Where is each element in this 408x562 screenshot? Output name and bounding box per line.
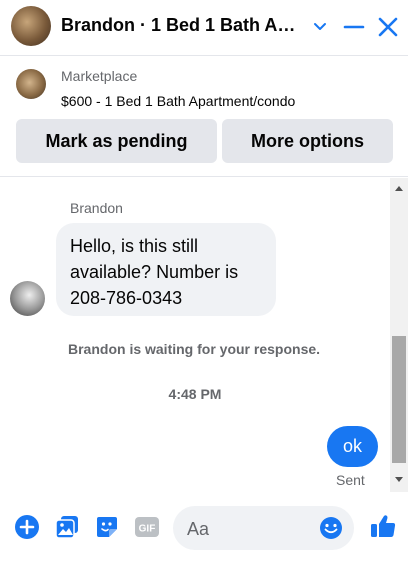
listing-thumbnail[interactable] (16, 69, 46, 99)
message-composer: GIF (0, 492, 408, 562)
listing-source: Marketplace (61, 68, 138, 84)
emoji-icon[interactable] (319, 516, 343, 540)
gif-icon[interactable]: GIF (134, 514, 160, 540)
sender-name: Brandon (70, 200, 123, 216)
plus-circle-icon[interactable] (14, 514, 40, 540)
outgoing-message[interactable]: ok (327, 426, 378, 467)
more-options-button[interactable]: More options (222, 119, 393, 163)
message-line: available? Number is (70, 262, 239, 282)
sent-status: Sent (336, 472, 365, 488)
sticker-icon[interactable] (94, 514, 120, 540)
message-line: Hello, is this still (70, 236, 199, 256)
message-timestamp: 4:48 PM (168, 386, 222, 402)
message-line: 208-786-0343 (70, 288, 183, 308)
message-input-box (173, 506, 354, 552)
chat-header: Brandon · 1 Bed 1 Bath Ap... (0, 0, 408, 56)
marketplace-listing: Marketplace $600 - 1 Bed 1 Bath Apartmen… (0, 57, 408, 177)
listing-title[interactable]: $600 - 1 Bed 1 Bath Apartment/condo (61, 93, 295, 109)
sender-avatar[interactable] (10, 281, 45, 316)
message-thread: Brandon Hello, is this still available? … (0, 178, 408, 492)
chevron-down-icon[interactable] (306, 13, 334, 41)
photo-icon[interactable] (54, 514, 80, 540)
scroll-down-arrow-icon[interactable] (395, 477, 403, 482)
scroll-thumb[interactable] (392, 336, 406, 463)
contact-avatar[interactable] (11, 6, 51, 46)
thumbs-up-icon[interactable] (369, 512, 397, 540)
message-input[interactable] (185, 506, 319, 552)
scrollbar[interactable] (390, 178, 408, 492)
incoming-message[interactable]: Hello, is this still available? Number i… (56, 223, 276, 316)
close-icon[interactable] (374, 13, 402, 41)
mark-as-pending-button[interactable]: Mark as pending (16, 119, 217, 163)
svg-text:GIF: GIF (139, 524, 156, 535)
minimize-icon[interactable] (340, 13, 368, 41)
chat-title[interactable]: Brandon · 1 Bed 1 Bath Ap... (61, 15, 301, 36)
scroll-up-arrow-icon[interactable] (395, 186, 403, 191)
waiting-status: Brandon is waiting for your response. (68, 341, 321, 357)
